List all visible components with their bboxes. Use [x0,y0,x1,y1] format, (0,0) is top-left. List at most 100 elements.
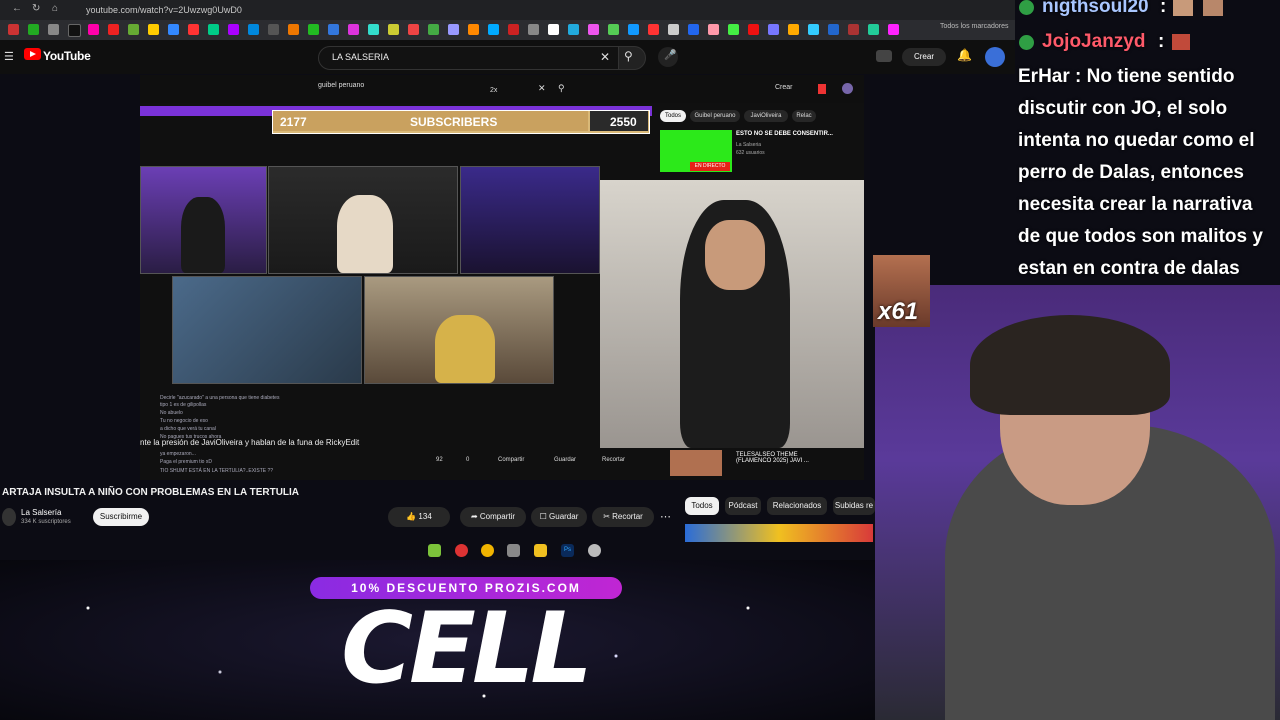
clear-search-icon[interactable]: ✕ [600,50,610,64]
chat-username: nigthsoul20 [1042,0,1149,17]
bookmark-icon[interactable] [888,24,899,35]
bookmark-icon[interactable] [708,24,719,35]
subscriber-goal: 2550 [610,115,637,129]
bookmark-icon[interactable] [628,24,639,35]
avatar[interactable] [985,47,1005,67]
bookmark-icon[interactable] [348,24,359,35]
app-icon[interactable] [428,544,441,557]
chat-message-line: ErHar : No tiene sentido [1018,66,1235,87]
save-button[interactable]: ☐ Guardar [531,507,587,527]
chat-message-line: necesita crear la narrativa [1018,194,1253,215]
bookmark-icon[interactable] [328,24,339,35]
bookmark-icon[interactable] [548,24,559,35]
bookmark-icon[interactable] [48,24,59,35]
home-icon[interactable]: ⌂ [52,3,58,14]
face [705,220,765,290]
bookmark-icon[interactable] [128,24,139,35]
bookmark-icon[interactable] [668,24,679,35]
chat-separator: : [1158,31,1165,52]
back-icon[interactable]: ← [12,3,22,14]
bookmark-icon[interactable] [508,24,519,35]
chrome-icon[interactable] [481,544,494,557]
bookmark-icon[interactable] [828,24,839,35]
app-icon[interactable] [507,544,520,557]
bookmark-icon[interactable] [368,24,379,35]
bookmark-icon[interactable] [448,24,459,35]
bookmark-icon[interactable] [188,24,199,35]
bookmark-icon[interactable] [488,24,499,35]
bookmark-icon[interactable] [108,24,119,35]
thumbnail[interactable] [685,524,873,542]
chat-line: ya empezaron... [160,451,196,457]
like-button[interactable]: 👍 134 [388,507,450,527]
chip-related[interactable]: Relacionados [767,497,827,515]
embedded-save: Guardar [554,457,577,463]
bookmark-icon[interactable] [648,24,659,35]
notifications-icon[interactable]: 🔔 [957,48,972,62]
person-silhouette [435,315,495,383]
bookmark-icon[interactable] [28,24,39,35]
scissors-icon: ✂ [603,512,610,521]
bookmark-icon[interactable] [248,24,259,35]
photoshop-icon[interactable]: Ps [561,544,574,557]
all-bookmarks-label[interactable]: Todos los marcadores [940,23,1008,30]
channel-avatar[interactable] [2,508,16,526]
more-icon[interactable]: ⋯ [660,510,671,523]
clip-button[interactable]: ✂ Recortar [592,507,654,527]
folder-icon[interactable] [534,544,547,557]
app-icon[interactable] [588,544,601,557]
bookmark-icon[interactable] [208,24,219,35]
bookmark-icon[interactable] [588,24,599,35]
embedded-create-label: Crear [775,84,793,91]
embedded-header [140,75,864,103]
bookmark-icon[interactable] [808,24,819,35]
channel-name[interactable]: La Salsería [21,508,61,517]
create-button[interactable]: Crear [902,48,946,66]
subscribe-button[interactable]: Suscribirme [93,508,149,526]
bookmark-icon[interactable] [608,24,619,35]
side-video-title: ESTO NO SE DEBE CONSENTIR... [736,131,833,137]
bookmark-icon[interactable] [568,24,579,35]
chip-uploads[interactable]: Subidas re [833,497,875,515]
bookmark-icon[interactable] [168,24,179,35]
cast-icon[interactable] [876,50,892,62]
bookmark-icon[interactable] [728,24,739,35]
bookmark-icon[interactable] [268,24,279,35]
bookmark-icon[interactable] [308,24,319,35]
chip-all[interactable]: Todos [685,497,719,515]
address-bar[interactable]: youtube.com/watch?v=2Uwzwg0UwD0 [86,5,242,15]
bookmark-icon[interactable] [148,24,159,35]
bookmark-icon[interactable] [688,24,699,35]
bookmark-icon[interactable] [868,24,879,35]
bookmark-icon[interactable] [68,24,81,37]
bookmark-icon[interactable] [8,24,19,35]
embedded-likes: 92 [436,457,443,463]
main-webcam [600,180,864,448]
bookmark-icon[interactable] [408,24,419,35]
embedded-clip: Recortar [602,457,626,463]
embedded-close-icon: ✕ [538,83,546,93]
emote-icon [1203,0,1223,16]
bookmark-icon[interactable] [528,24,539,35]
bookmark-icon[interactable] [428,24,439,35]
chat-line: tipo 1 es de gilipollas [160,402,207,408]
chip-podcast[interactable]: Pódcast [725,497,761,515]
share-button[interactable]: ➦ Compartir [460,507,526,527]
chat-message-line: estan en contra de dalas [1018,258,1240,279]
bookmark-icon[interactable] [228,24,239,35]
youtube-logo-text[interactable]: YouTube [43,49,91,63]
bookmark-icon[interactable] [468,24,479,35]
side-video-views: 632 usuarios [736,150,765,156]
app-icon[interactable] [455,544,468,557]
menu-icon[interactable]: ☰ [4,50,14,63]
bookmark-icon[interactable] [748,24,759,35]
bookmark-icon[interactable] [768,24,779,35]
embedded-chip: Todos [660,110,686,122]
bookmark-icon[interactable] [288,24,299,35]
bookmark-icon[interactable] [848,24,859,35]
bookmark-icon[interactable] [88,24,99,35]
bookmark-icon[interactable] [388,24,399,35]
share-icon: ➦ [470,512,478,521]
bookmark-icon[interactable] [788,24,799,35]
reload-icon[interactable]: ↻ [32,3,40,14]
